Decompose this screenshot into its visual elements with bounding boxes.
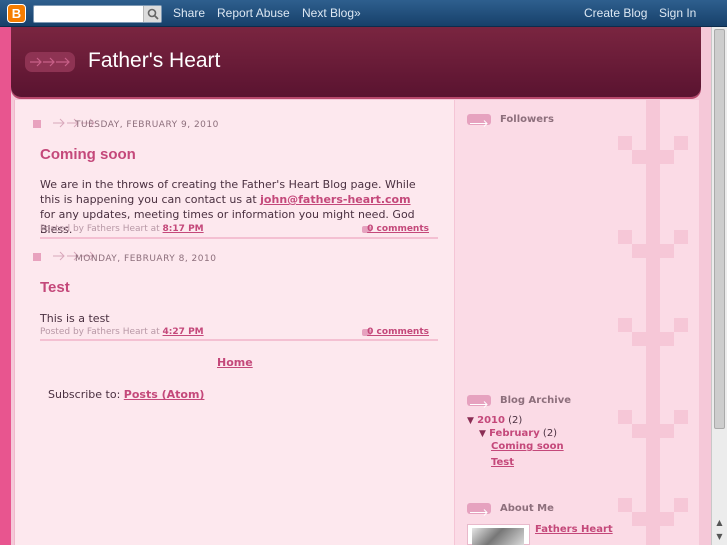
blogger-navbar: B Share Report Abuse Next Blog» Create B… [0, 0, 727, 27]
comments-link[interactable]: 0 comments [367, 224, 429, 234]
archive-year-link[interactable]: 2010 [477, 415, 505, 426]
blog-header: Father's Heart [11, 27, 701, 97]
year-toggle-icon[interactable]: ▼ [467, 416, 474, 426]
subscribe-label: Subscribe to: [48, 388, 124, 401]
navbar-search-box[interactable] [33, 5, 162, 23]
archive-year-count: (2) [508, 415, 523, 426]
posted-by-label: Posted by Fathers Heart at [40, 224, 163, 234]
about-me-title: About Me [500, 503, 554, 514]
profile-name-link[interactable]: Fathers Heart [535, 524, 613, 535]
post-divider [40, 339, 438, 341]
widget-arrow-icon [467, 114, 491, 127]
post-body: This is a test [40, 312, 110, 325]
posted-by-label: Posted by Fathers Heart at [40, 327, 163, 337]
report-abuse-link[interactable]: Report Abuse [217, 6, 290, 20]
page-scrollbar[interactable]: ▲ ▼ [711, 27, 727, 545]
blog-title[interactable]: Father's Heart [88, 49, 220, 73]
blogger-logo-icon[interactable]: B [7, 4, 26, 23]
post-time-link[interactable]: 4:27 PM [163, 327, 204, 337]
subscribe-posts-link[interactable]: Posts (Atom) [124, 388, 205, 401]
navbar-search-button[interactable] [143, 6, 161, 22]
archive-month-link[interactable]: February [489, 428, 540, 439]
blog-archive-title: Blog Archive [500, 395, 572, 406]
sidebar [454, 100, 699, 545]
sign-in-link[interactable]: Sign In [659, 6, 696, 20]
share-link[interactable]: Share [173, 6, 205, 20]
scroll-up-arrow-icon[interactable]: ▲ [714, 517, 725, 528]
date-bullet-icon [33, 253, 41, 261]
post-footer: Posted by Fathers Heart at 4:27 PM 0 com… [40, 327, 429, 337]
home-link[interactable]: Home [217, 356, 253, 369]
post-date: TUESDAY, FEBRUARY 9, 2010 [75, 120, 219, 130]
navbar-search-input[interactable] [36, 7, 141, 21]
header-arrow-icon [25, 52, 75, 72]
archive-year-item: ▼ 2010 (2) [467, 415, 522, 426]
post-divider [40, 237, 438, 239]
cross-pattern-decoration [618, 100, 688, 545]
followers-title: Followers [500, 114, 554, 125]
subscribe-line: Subscribe to: Posts (Atom) [48, 388, 204, 401]
archive-month-item: ▼ February (2) [479, 428, 557, 439]
archive-post-link[interactable]: Coming soon [491, 441, 564, 452]
post-time-link[interactable]: 8:17 PM [163, 224, 204, 234]
date-bullet-icon [33, 120, 41, 128]
post-footer: Posted by Fathers Heart at 8:17 PM 0 com… [40, 224, 429, 234]
comments-link[interactable]: 0 comments [367, 327, 429, 337]
scrollbar-thumb[interactable] [714, 29, 725, 429]
create-blog-link[interactable]: Create Blog [584, 6, 647, 20]
post-title[interactable]: Coming soon [40, 146, 136, 163]
month-toggle-icon[interactable]: ▼ [479, 429, 486, 439]
profile-photo[interactable] [467, 524, 530, 545]
post-title[interactable]: Test [40, 279, 70, 296]
email-link[interactable]: john@fathers-heart.com [260, 193, 410, 206]
archive-month-count: (2) [542, 428, 558, 439]
archive-post-item: Test [491, 457, 514, 468]
next-blog-link[interactable]: Next Blog» [302, 6, 361, 20]
widget-arrow-icon [467, 503, 491, 516]
search-icon [147, 8, 159, 20]
post-date: MONDAY, FEBRUARY 8, 2010 [75, 254, 217, 264]
archive-post-item: Coming soon [491, 441, 564, 452]
archive-post-link[interactable]: Test [491, 457, 514, 468]
widget-arrow-icon [467, 395, 491, 408]
scroll-down-arrow-icon[interactable]: ▼ [714, 531, 725, 542]
